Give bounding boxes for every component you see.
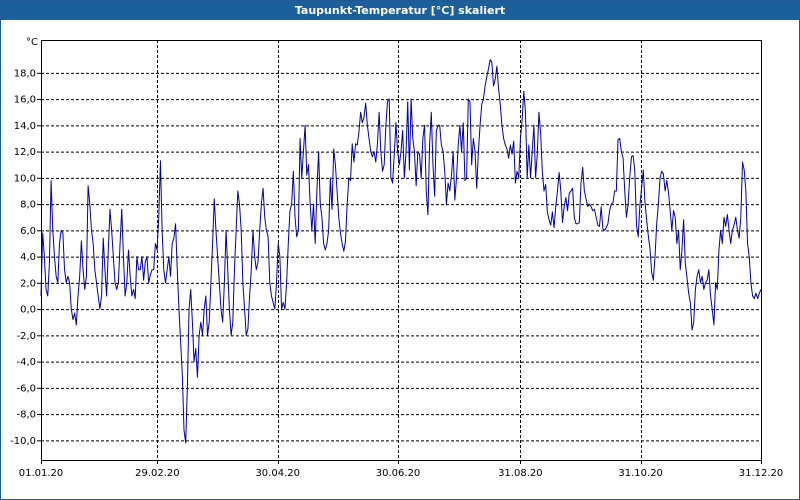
y-tick-label: 18,0	[14, 68, 36, 79]
y-tick-label: 4,0	[20, 252, 36, 263]
y-tick-label: -8,0	[16, 410, 36, 421]
y-tick-label: 2,0	[20, 278, 36, 289]
plot-area	[41, 40, 761, 460]
y-tick-label: 14,0	[14, 121, 36, 132]
x-tick-label: 31.12.20	[739, 468, 784, 479]
y-tick-label: 10,0	[14, 173, 36, 184]
chart-plot: 18,0 16,0 14,0 12,0 10,0 8,0 6,0 4,0 2,0 0,0 -2,0 -…	[10, 37, 784, 479]
y-tick-label: 16,0	[14, 95, 36, 106]
y-tick-label: -6,0	[16, 383, 36, 394]
x-tick-label: 01.01.20	[19, 468, 64, 479]
x-tick-label: 31.08.20	[498, 468, 543, 479]
x-tick-label: 30.06.20	[376, 468, 421, 479]
y-tick-label: 8,0	[20, 200, 36, 211]
y-tick-label: -4,0	[16, 357, 36, 368]
y-tick-label: -10,0	[10, 436, 36, 447]
y-axis-unit: °C	[26, 37, 38, 48]
x-tick-label: 30.04.20	[255, 468, 300, 479]
grid	[41, 40, 762, 460]
y-tick-label: 12,0	[14, 147, 36, 158]
y-tick-label: 0,0	[20, 305, 36, 316]
y-tick-label: -2,0	[16, 331, 36, 342]
x-tick-label: 29.02.20	[135, 468, 180, 479]
y-tick-label: 6,0	[20, 226, 36, 237]
x-tick-label: 31.10.20	[618, 468, 663, 479]
